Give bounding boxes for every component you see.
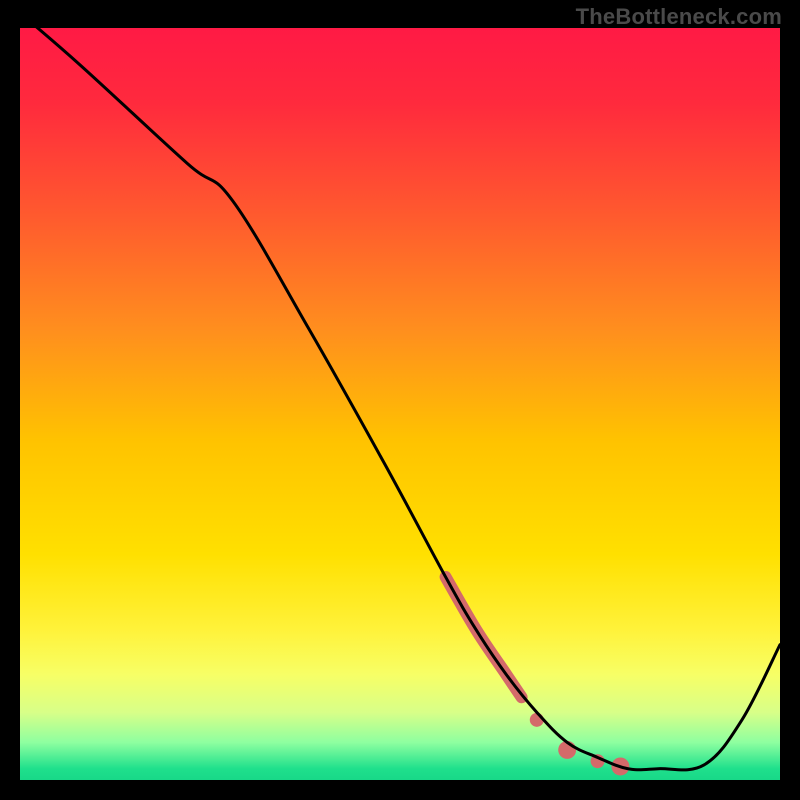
- watermark-text: TheBottleneck.com: [576, 4, 782, 30]
- chart-background: [20, 28, 780, 780]
- plot-area: [20, 28, 780, 780]
- chart-frame: TheBottleneck.com: [0, 0, 800, 800]
- chart-svg: [20, 28, 780, 780]
